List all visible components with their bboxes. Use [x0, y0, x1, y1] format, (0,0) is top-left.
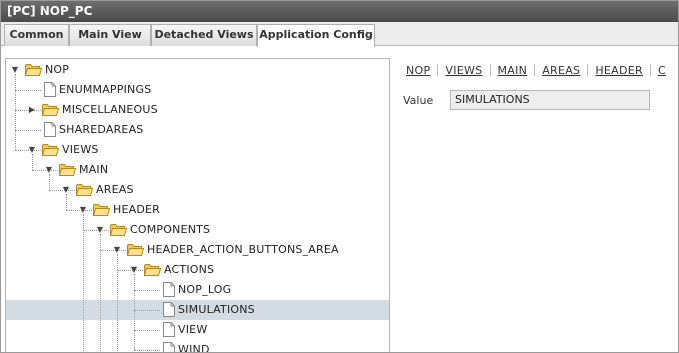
breadcrumb-link[interactable]: AREAS	[542, 64, 580, 77]
tree-guide-line	[134, 350, 160, 351]
breadcrumb-separator	[649, 64, 651, 76]
tree-node-label: MISCELLANEOUS	[62, 103, 158, 116]
tree-node-label: SHAREDAREAS	[59, 123, 144, 136]
tree-guide-line	[15, 130, 41, 131]
tree-guide-line	[100, 234, 101, 250]
folder-icon	[143, 263, 162, 279]
app-window: [PC] NOP_PC Common Main View Detached Vi…	[0, 0, 679, 353]
tree-guide-line	[134, 330, 160, 331]
tree-node-label: ACTIONS	[164, 263, 215, 276]
value-field[interactable]: SIMULATIONS	[450, 90, 650, 110]
breadcrumb-link[interactable]: C	[658, 64, 666, 77]
folder-icon	[75, 183, 94, 199]
file-icon	[163, 322, 175, 340]
tree-node-label: ENUMMAPPINGS	[59, 83, 152, 96]
folder-icon	[58, 163, 77, 179]
tree-node-label: HEADER	[113, 203, 161, 216]
folder-icon	[109, 223, 128, 239]
tree-guide-line	[117, 254, 118, 270]
tree-guide-line	[83, 230, 84, 352]
detail-pane: NOP VIEWS MAIN AREAS HEADER C Value SIMULATIO…	[391, 58, 678, 352]
tree-guide-line	[15, 74, 16, 150]
tab-main-view[interactable]: Main View	[69, 24, 151, 46]
breadcrumb-separator	[587, 64, 589, 76]
breadcrumb-link[interactable]: HEADER	[595, 64, 643, 77]
tree-guide-line	[49, 174, 50, 190]
tree-node-label: COMPONENTS	[130, 223, 211, 236]
tree-node-label: WIND	[178, 343, 210, 352]
tree-guide-line	[134, 310, 160, 311]
folder-icon	[24, 63, 43, 79]
tree-guide-line	[32, 154, 33, 170]
tab-application-config[interactable]: Application Config	[257, 24, 375, 47]
file-icon	[163, 302, 175, 320]
window-title: [PC] NOP_PC	[1, 1, 678, 22]
tree-guide-line	[117, 270, 118, 352]
breadcrumb-link[interactable]: MAIN	[498, 64, 528, 77]
breadcrumb: NOP VIEWS MAIN AREAS HEADER C	[406, 64, 666, 78]
config-tree[interactable]: ▼ NOP ENUMMAPPINGS ▶ MISCELLANEOUS SHAREDAREA…	[5, 58, 390, 352]
file-icon	[163, 282, 175, 300]
tree-node-label: AREAS	[96, 183, 134, 196]
tree-guide-line	[15, 90, 41, 91]
folder-icon	[126, 243, 145, 259]
file-icon	[44, 82, 56, 100]
tree-node-label: HEADER_ACTION_BUTTONS_AREA	[147, 243, 339, 256]
file-icon	[44, 122, 56, 140]
tree-node-label: SIMULATIONS	[178, 303, 255, 316]
folder-icon	[41, 103, 60, 119]
folder-icon	[41, 143, 60, 159]
tab-bar: Common Main View Detached Views Applicat…	[1, 22, 678, 47]
expand-arrow-icon[interactable]: ▶	[27, 105, 37, 115]
file-icon	[163, 342, 175, 352]
tree-node-label: VIEW	[178, 323, 208, 336]
tree-node-label: VIEWS	[62, 143, 99, 156]
folder-icon	[92, 203, 111, 219]
breadcrumb-separator	[437, 64, 439, 76]
tree-node-label: MAIN	[79, 163, 109, 176]
breadcrumb-link[interactable]: NOP	[406, 64, 430, 77]
tree-guide-line	[134, 290, 160, 291]
breadcrumb-separator	[534, 64, 536, 76]
tree-node-label: NOP	[45, 63, 70, 76]
tab-common[interactable]: Common	[4, 24, 69, 46]
tree-node-label: NOP_LOG	[178, 283, 232, 296]
breadcrumb-link[interactable]: VIEWS	[445, 64, 482, 77]
tree-guide-line	[100, 250, 101, 352]
breadcrumb-separator	[489, 64, 491, 76]
tree-guide-line	[83, 214, 84, 230]
tree-row[interactable]	[6, 200, 389, 220]
value-label: Value	[403, 94, 434, 107]
tree-guide-line	[134, 274, 135, 350]
tab-detached-views[interactable]: Detached Views	[151, 24, 257, 46]
tree-guide-line	[66, 194, 67, 210]
